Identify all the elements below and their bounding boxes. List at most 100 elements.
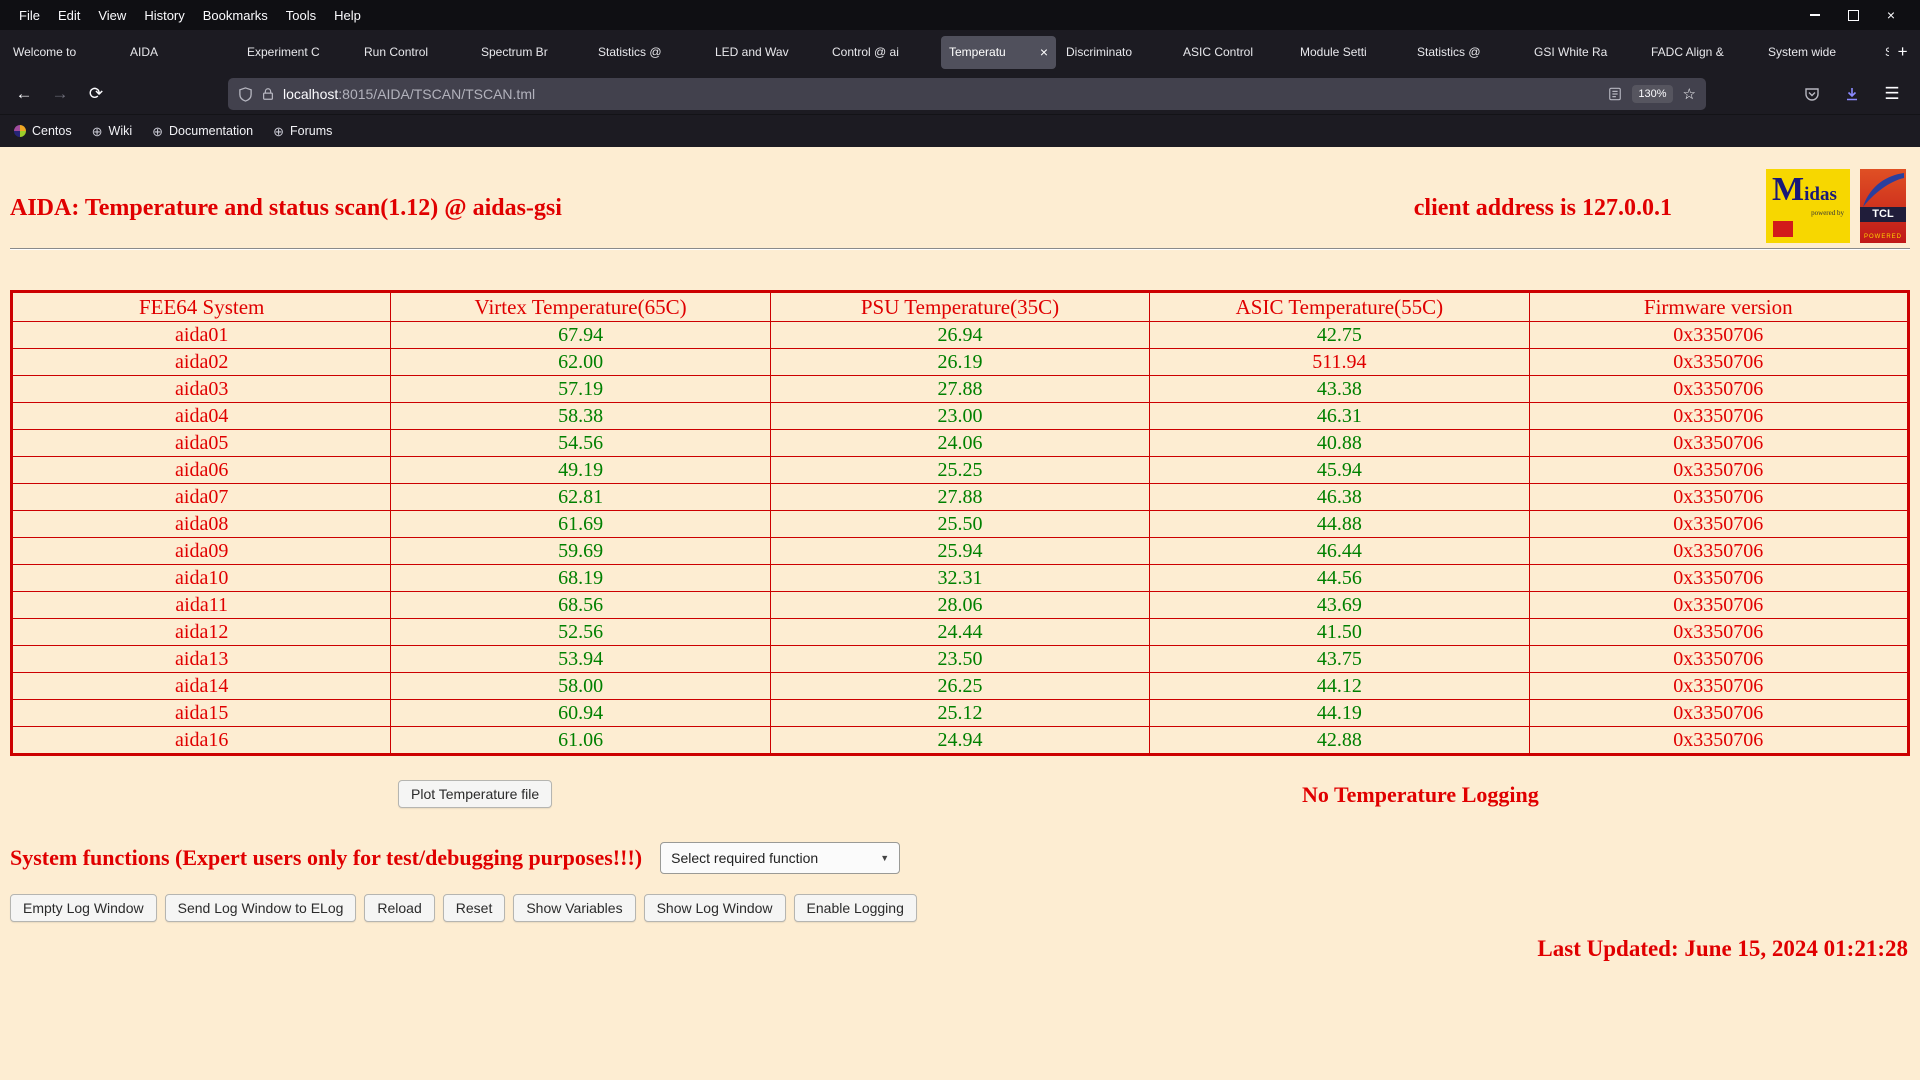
table-row: aida09 59.69 25.94 46.44 0x3350706	[10, 537, 1910, 565]
tab-led-and-wav[interactable]: LED and Wav	[707, 36, 822, 69]
button-show-log-window[interactable]: Show Log Window	[643, 894, 786, 922]
bookmark-star-icon[interactable]: ☆	[1683, 85, 1696, 103]
cell-psu-temperature: 25.25	[769, 456, 1151, 484]
reload-button[interactable]: ⟳	[80, 78, 112, 110]
menu-item-bookmarks[interactable]: Bookmarks	[194, 5, 277, 26]
downloads-icon[interactable]	[1836, 78, 1868, 110]
button-reload[interactable]: Reload	[364, 894, 435, 922]
cell-psu-temperature: 23.00	[769, 402, 1151, 430]
new-tab-button[interactable]: +	[1889, 37, 1916, 67]
function-select[interactable]: Select required function ▼	[660, 842, 901, 874]
cell-asic-temperature: 43.69	[1149, 591, 1530, 619]
tab-temperatu[interactable]: Temperatu ×	[941, 35, 1056, 69]
tab-close-icon[interactable]: ×	[1040, 45, 1048, 59]
bookmark-forums[interactable]: ⊕ Forums	[273, 124, 332, 138]
tab-welcome-to[interactable]: Welcome to	[5, 36, 120, 69]
cell-firmware-version: 0x3350706	[1528, 726, 1910, 755]
cell-asic-temperature: 42.75	[1149, 321, 1530, 349]
url-text: localhost:8015/AIDA/TSCAN/TSCAN.tml	[283, 86, 535, 102]
cell-virtex-temperature: 52.56	[390, 618, 771, 646]
cell-firmware-version: 0x3350706	[1528, 672, 1910, 700]
button-reset[interactable]: Reset	[442, 894, 506, 922]
tab-label: System wide	[1768, 45, 1837, 59]
tab-experiment-c[interactable]: Experiment C	[239, 36, 354, 69]
cell-asic-temperature: 43.38	[1149, 375, 1530, 403]
tab-run-control[interactable]: Run Control	[356, 36, 471, 69]
cell-virtex-temperature: 49.19	[390, 456, 771, 484]
menu-item-help[interactable]: Help	[325, 5, 370, 26]
button-enable-logging[interactable]: Enable Logging	[793, 894, 917, 922]
zoom-indicator[interactable]: 130%	[1632, 85, 1673, 103]
bookmark-centos[interactable]: Centos	[14, 124, 72, 138]
bookmark-label: Wiki	[108, 124, 133, 138]
tab-gsi-white-ra[interactable]: GSI White Ra	[1526, 36, 1641, 69]
cell-asic-temperature: 46.31	[1149, 402, 1530, 430]
temperature-logging-status: No Temperature Logging	[1302, 782, 1539, 807]
system-functions-row: System functions (Expert users only for …	[10, 842, 1910, 874]
table-row: aida16 61.06 24.94 42.88 0x3350706	[10, 726, 1910, 755]
menu-item-file[interactable]: File	[10, 5, 49, 26]
cell-system: aida11	[10, 591, 392, 619]
tab-control-ai[interactable]: Control @ ai	[824, 36, 939, 69]
menu-hamburger-icon[interactable]: ☰	[1876, 78, 1908, 110]
tab-fadc-align[interactable]: FADC Align &	[1643, 36, 1758, 69]
url-host: localhost	[283, 86, 339, 102]
pocket-icon[interactable]	[1796, 78, 1828, 110]
bookmark-documentation[interactable]: ⊕ Documentation	[152, 124, 253, 138]
tcl-powered-logo[interactable]: TCL POWERED	[1860, 169, 1906, 243]
menu-item-history[interactable]: History	[135, 5, 193, 26]
tracking-protection-shield-icon[interactable]	[238, 86, 253, 102]
bookmark-label: Forums	[290, 124, 333, 138]
tab-statistics[interactable]: Statistics @	[590, 36, 705, 69]
action-buttons: Empty Log Window Send Log Window to ELog R…	[10, 894, 1910, 922]
chevron-down-icon: ▼	[880, 853, 890, 863]
cell-asic-temperature: 46.38	[1149, 483, 1530, 511]
cell-asic-temperature: 42.88	[1149, 726, 1530, 755]
maximize-button[interactable]	[1846, 8, 1860, 22]
menu-item-tools[interactable]: Tools	[277, 5, 325, 26]
close-button[interactable]: ×	[1884, 7, 1898, 23]
tab-label: Welcome to	[13, 45, 77, 59]
cell-asic-temperature: 44.88	[1149, 510, 1530, 538]
cell-psu-temperature: 27.88	[769, 375, 1151, 403]
cell-firmware-version: 0x3350706	[1528, 699, 1910, 727]
tab-aida[interactable]: AIDA	[122, 36, 237, 69]
tab-discriminato[interactable]: Discriminato	[1058, 36, 1173, 69]
back-button[interactable]: ←	[8, 78, 40, 110]
bookmarks-items: Centos ⊕ Wiki ⊕ Documentation ⊕ Forums	[14, 124, 332, 138]
cell-firmware-version: 0x3350706	[1528, 510, 1910, 538]
cell-firmware-version: 0x3350706	[1528, 591, 1910, 619]
tab-system-wide[interactable]: System wide	[1760, 36, 1875, 69]
menu-item-edit[interactable]: Edit	[49, 5, 89, 26]
table-row: aida03 57.19 27.88 43.38 0x3350706	[10, 375, 1910, 403]
button-show-variables[interactable]: Show Variables	[513, 894, 636, 922]
tab-asic-control[interactable]: ASIC Control	[1175, 36, 1290, 69]
bookmarks-toolbar: Centos ⊕ Wiki ⊕ Documentation ⊕ Forums	[0, 115, 1920, 147]
bookmark-wiki[interactable]: ⊕ Wiki	[92, 124, 133, 138]
globe-icon: ⊕	[273, 123, 285, 139]
table-header-row: FEE64 System Virtex Temperature(65C) PSU T…	[10, 291, 1910, 322]
button-empty-log-window[interactable]: Empty Log Window	[10, 894, 157, 922]
reader-view-icon[interactable]	[1608, 87, 1622, 101]
midas-logo[interactable]: Midas powered by	[1766, 169, 1850, 243]
page-title: AIDA: Temperature and status scan(1.12) …	[10, 195, 562, 221]
table-row: aida08 61.69 25.50 44.88 0x3350706	[10, 510, 1910, 538]
tab-module-setti[interactable]: Module Setti	[1292, 36, 1407, 69]
plot-temperature-file-button[interactable]: Plot Temperature file	[398, 780, 553, 808]
minimize-button[interactable]	[1808, 8, 1822, 22]
tab-statistics[interactable]: Statistics @	[1877, 36, 1889, 69]
tab-label: AIDA	[130, 45, 159, 59]
cell-asic-temperature: 44.56	[1149, 564, 1530, 592]
button-send-log-window-to-elog[interactable]: Send Log Window to ELog	[164, 894, 357, 922]
tab-label: Temperatu	[949, 45, 1006, 59]
menu-item-view[interactable]: View	[89, 5, 135, 26]
tcl-feather-icon	[1863, 173, 1904, 207]
tab-statistics[interactable]: Statistics @	[1409, 36, 1524, 69]
tab-spectrum-br[interactable]: Spectrum Br	[473, 36, 588, 69]
url-bar[interactable]: localhost:8015/AIDA/TSCAN/TSCAN.tml 130%…	[228, 78, 1706, 110]
toolbar-right: ☰	[1796, 78, 1912, 110]
site-identity-lock-icon[interactable]	[261, 87, 275, 101]
cell-system: aida14	[10, 672, 392, 700]
cell-virtex-temperature: 62.81	[390, 483, 771, 511]
forward-button[interactable]: →	[44, 78, 76, 110]
